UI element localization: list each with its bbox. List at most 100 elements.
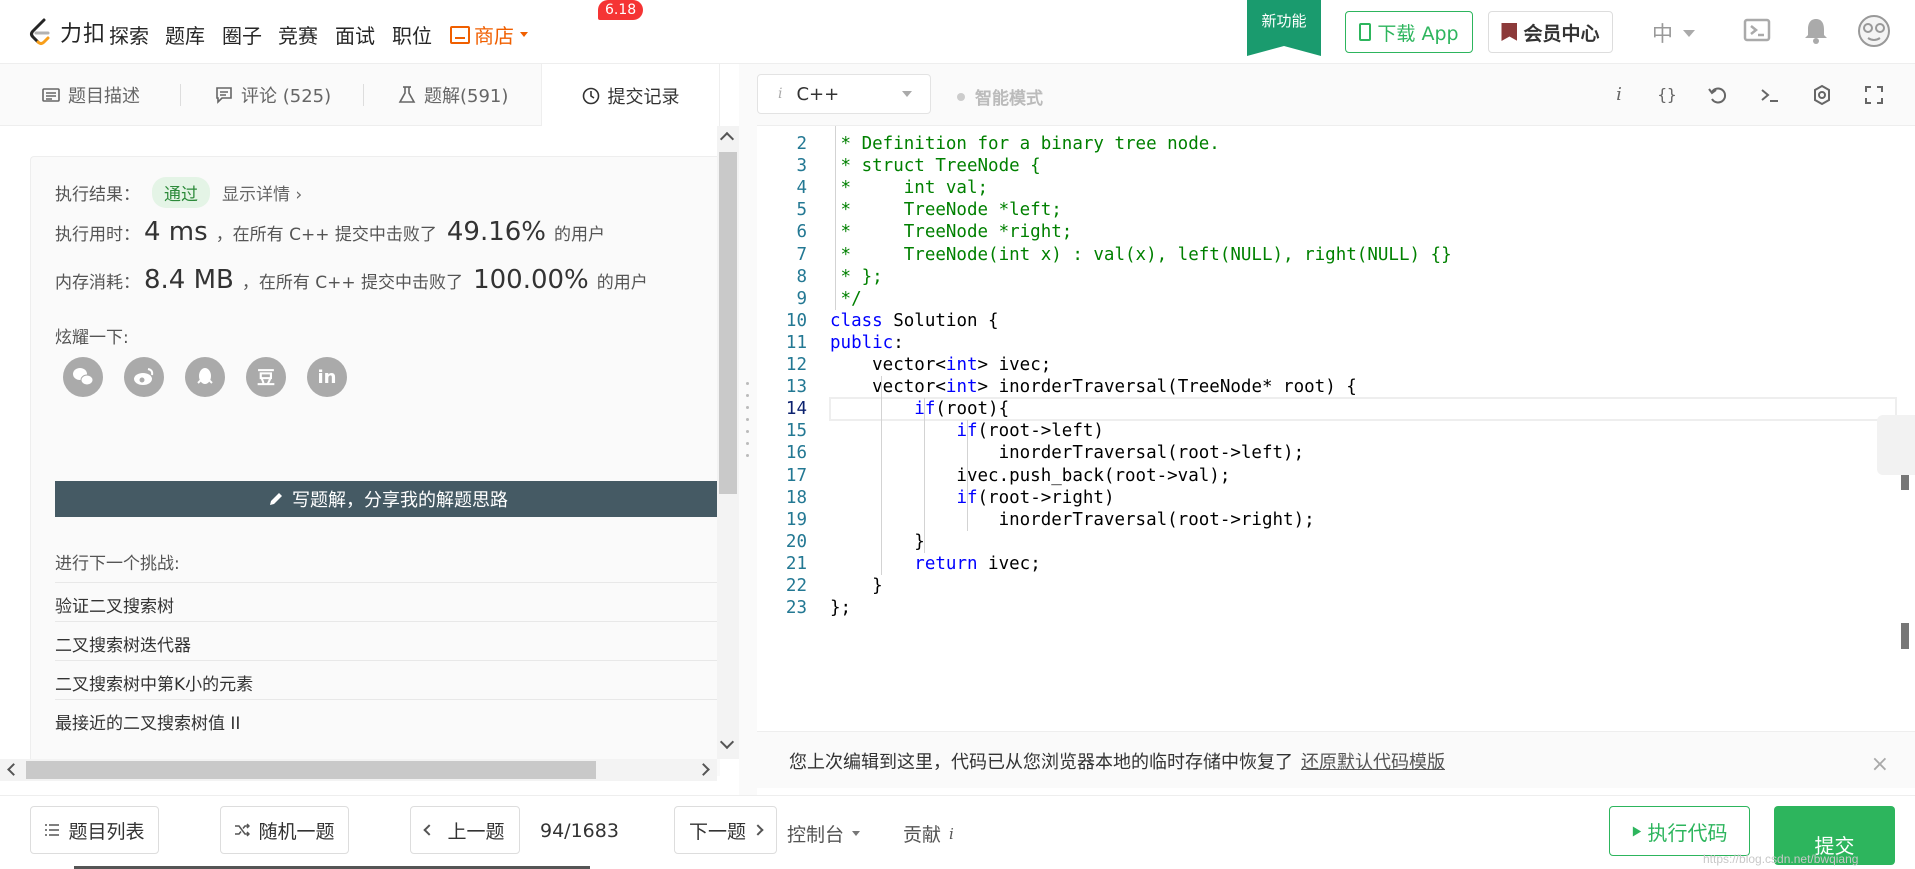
code-line[interactable]: 11 public: <box>757 332 1897 354</box>
code-line[interactable]: 5 * TreeNode *left; <box>757 199 1897 221</box>
restore-default-link[interactable]: 还原默认代码模版 <box>1301 752 1445 773</box>
nav-jobs[interactable]: 职位 <box>392 20 432 49</box>
settings-icon[interactable] <box>1811 84 1833 106</box>
write-solution-button[interactable]: 写题解，分享我的解题思路 <box>55 481 721 517</box>
line-number: 12 <box>785 355 807 375</box>
braces-icon[interactable]: {} <box>1656 84 1678 106</box>
code-line[interactable]: 23}; <box>757 597 1897 619</box>
smart-mode-toggle[interactable]: 智能模式 <box>957 84 1043 109</box>
code-line[interactable]: 7 * TreeNode(int x) : val(x), left(NULL)… <box>757 244 1897 266</box>
code-line[interactable]: 2 * Definition for a binary tree node. <box>757 133 1897 155</box>
result-card: 执行结果： 通过 显示详情 › 执行用时： 4 ms ，在所有 C++ 提交中击… <box>30 156 721 776</box>
bell-icon[interactable] <box>1803 16 1829 44</box>
avatar-icon[interactable] <box>1857 14 1891 48</box>
leetcode-logo[interactable]: 力扣 <box>26 14 106 50</box>
phone-icon <box>1359 23 1372 41</box>
tab-comments[interactable]: 评论 (525) <box>215 64 331 126</box>
language-select[interactable]: i C++ <box>757 74 931 114</box>
contribute-button[interactable]: 贡献 i <box>903 820 954 847</box>
new-feature-ribbon[interactable]: 新功能 <box>1247 0 1321 56</box>
code-line[interactable]: 12 vector<int> ivec; <box>757 354 1897 376</box>
code-text: * }; <box>830 266 883 287</box>
tab-divider <box>363 84 364 106</box>
linkedin-icon[interactable]: in <box>307 357 347 397</box>
indent-guide <box>924 398 925 553</box>
code-line[interactable]: 14 if(root){ <box>757 398 1897 420</box>
nav-problems[interactable]: 题库 <box>165 20 205 49</box>
scroll-right-icon[interactable] <box>697 763 710 776</box>
fullscreen-icon[interactable] <box>1863 84 1885 106</box>
vip-bookmark-icon <box>1501 23 1518 41</box>
next-problem-button[interactable]: 下一题 <box>674 806 777 854</box>
code-line[interactable]: 9 */ <box>757 288 1897 310</box>
code-line[interactable]: 17 ivec.push_back(root->val); <box>757 465 1897 487</box>
panel-splitter[interactable] <box>739 64 757 795</box>
code-line[interactable]: 15 if(root->left) <box>757 420 1897 442</box>
prev-problem-button[interactable]: 上一题 <box>410 806 520 854</box>
douban-icon[interactable]: 豆 <box>246 357 286 397</box>
code-text: vector<int> inorderTraversal(TreeNode* r… <box>830 377 1357 398</box>
next-problem-label: 下一题 <box>688 820 746 843</box>
code-line[interactable]: 13 vector<int> inorderTraversal(TreeNode… <box>757 376 1897 398</box>
code-editor[interactable]: 2 * Definition for a binary tree node. 3 … <box>757 126 1915 726</box>
code-line[interactable]: 20 } <box>757 531 1897 553</box>
show-detail-link[interactable]: 显示详情 › <box>222 180 302 205</box>
scroll-thumb[interactable] <box>719 152 737 494</box>
random-problem-label: 随机一题 <box>258 820 335 843</box>
code-line[interactable]: 10 class Solution { <box>757 310 1897 332</box>
code-line[interactable]: 8 * }; <box>757 266 1897 288</box>
code-text: } <box>830 576 883 596</box>
weibo-icon[interactable] <box>124 357 164 397</box>
random-problem-button[interactable]: 随机一题 <box>220 806 349 854</box>
code-line[interactable]: 6 * TreeNode *right; <box>757 221 1897 243</box>
vip-center-button[interactable]: 会员中心 <box>1488 11 1613 53</box>
language-switch[interactable]: 中 <box>1652 18 1695 48</box>
info-icon: i <box>778 86 783 102</box>
scroll-thumb[interactable] <box>26 761 596 779</box>
side-panel-tab[interactable] <box>1877 415 1915 475</box>
left-horizontal-scrollbar[interactable] <box>0 759 717 781</box>
next-challenge-item[interactable]: 最接近的二叉搜索树值 II <box>55 699 721 747</box>
nav-shop[interactable]: 商店 <box>450 20 528 49</box>
code-text: ivec.push_back(root->val); <box>830 465 1231 486</box>
code-text: * TreeNode *left; <box>830 200 1062 221</box>
scroll-up-icon[interactable] <box>719 131 735 147</box>
code-line[interactable]: 19 inorderTraversal(root->right); <box>757 509 1897 531</box>
console-toggle[interactable]: 控制台 <box>787 820 861 847</box>
run-code-button[interactable]: 执行代码 <box>1609 806 1750 856</box>
logo-text: 力扣 <box>60 22 107 47</box>
reset-icon[interactable] <box>1707 84 1729 106</box>
terminal-icon[interactable] <box>1759 84 1781 106</box>
code-line[interactable]: 18 if(root->right) <box>757 487 1897 509</box>
code-line[interactable]: 21 return ivec; <box>757 553 1897 575</box>
tab-submissions[interactable]: 提交记录 <box>541 64 720 127</box>
wechat-icon[interactable] <box>63 357 103 397</box>
line-number: 2 <box>796 134 807 154</box>
nav-circle[interactable]: 圈子 <box>222 20 262 49</box>
scroll-down-icon[interactable] <box>719 734 735 750</box>
nav-contest[interactable]: 竞赛 <box>278 20 318 49</box>
playground-icon[interactable] <box>1743 18 1771 44</box>
code-line[interactable]: 22 } <box>757 575 1897 597</box>
nav-explore[interactable]: 探索 <box>109 20 149 49</box>
code-line[interactable]: 3 * struct TreeNode { <box>757 155 1897 177</box>
scroll-left-icon[interactable] <box>7 763 20 776</box>
code-line[interactable]: 4 * int val; <box>757 177 1897 199</box>
tab-description-label: 题目描述 <box>68 86 140 107</box>
tab-description[interactable]: 题目描述 <box>42 64 140 126</box>
qq-icon[interactable] <box>185 357 225 397</box>
top-navbar: 力扣 探索 题库 圈子 竞赛 面试 职位 商店 6.18 新功能 下载 App … <box>0 0 1915 64</box>
left-vertical-scrollbar[interactable] <box>717 126 739 759</box>
download-app-button[interactable]: 下载 App <box>1345 11 1473 53</box>
code-text: vector<int> ivec; <box>830 355 1052 375</box>
close-icon[interactable]: × <box>1871 752 1889 777</box>
code-text: public: <box>830 332 904 353</box>
line-number: 11 <box>785 332 807 353</box>
code-line[interactable]: 16 inorderTraversal(root->left); <box>757 442 1897 464</box>
shuffle-icon <box>235 823 251 837</box>
info-icon[interactable]: i <box>1608 84 1630 106</box>
nav-interview[interactable]: 面试 <box>335 20 375 49</box>
problem-list-button[interactable]: 题目列表 <box>30 806 159 854</box>
grip-dot <box>746 454 749 457</box>
tab-solutions[interactable]: 题解(591) <box>398 64 508 126</box>
